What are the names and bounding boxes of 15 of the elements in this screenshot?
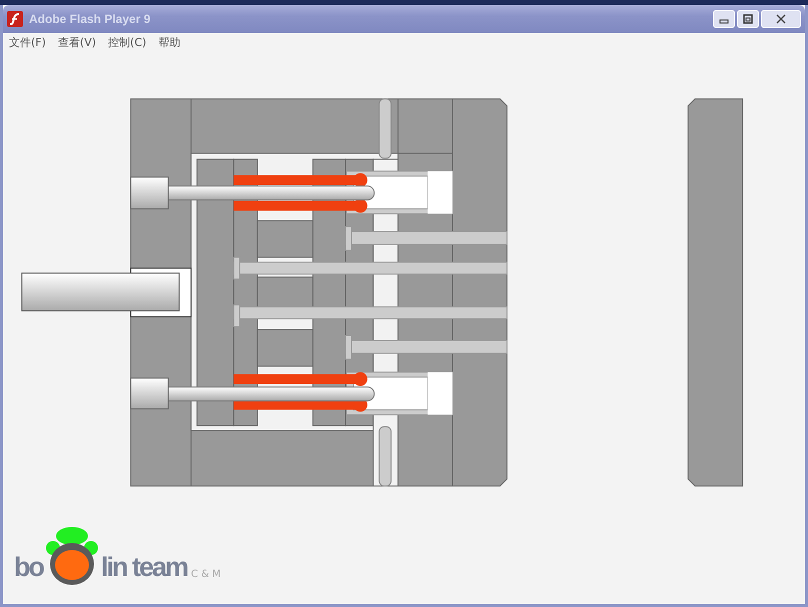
menu-item[interactable]: 文件(F) bbox=[9, 35, 46, 50]
logo-text: lin team bbox=[101, 554, 188, 580]
maximize-icon bbox=[743, 14, 753, 24]
menu-item[interactable]: 查看(V) bbox=[58, 35, 96, 50]
maximize-button[interactable] bbox=[737, 10, 759, 28]
close-icon bbox=[776, 14, 786, 24]
menu-item[interactable]: 控制(C) bbox=[108, 35, 146, 50]
logo-text: bo bbox=[14, 554, 43, 580]
logo-mark-icon bbox=[45, 526, 99, 586]
flash-icon bbox=[7, 11, 23, 27]
logo-tagline: C & M bbox=[191, 569, 221, 580]
minimize-button[interactable] bbox=[713, 10, 735, 28]
close-button[interactable] bbox=[761, 10, 801, 28]
window-title: Adobe Flash Player 9 bbox=[29, 12, 152, 26]
menu-item[interactable]: 帮助 bbox=[158, 35, 180, 50]
